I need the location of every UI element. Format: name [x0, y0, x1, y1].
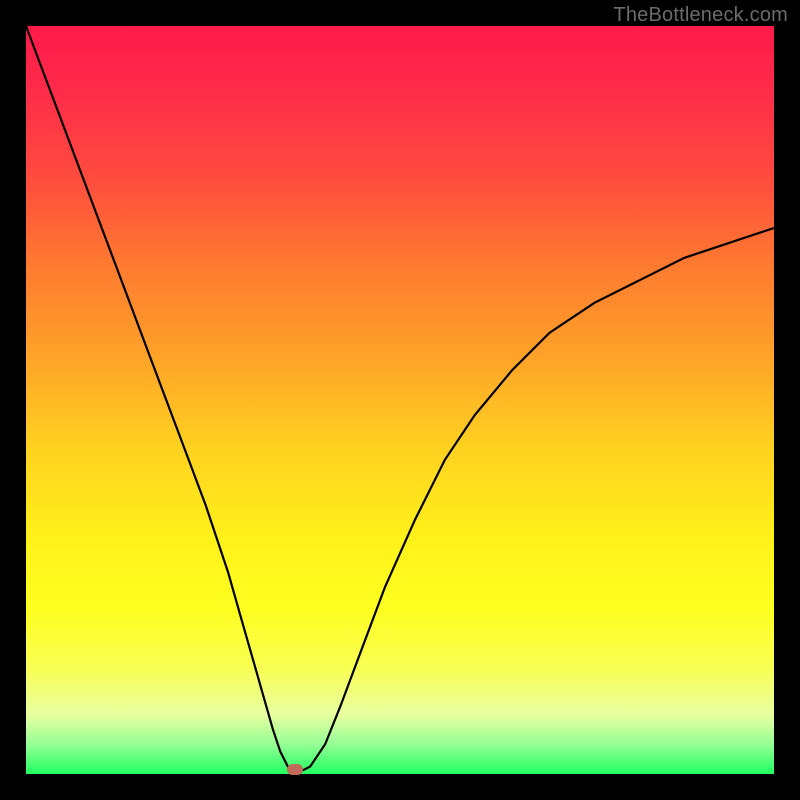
- chart-frame: TheBottleneck.com: [0, 0, 800, 800]
- plot-area: [26, 26, 774, 774]
- bottleneck-curve: [26, 26, 774, 770]
- minimum-marker: [287, 764, 303, 775]
- watermark-text: TheBottleneck.com: [613, 4, 788, 27]
- curve-svg: [26, 26, 774, 774]
